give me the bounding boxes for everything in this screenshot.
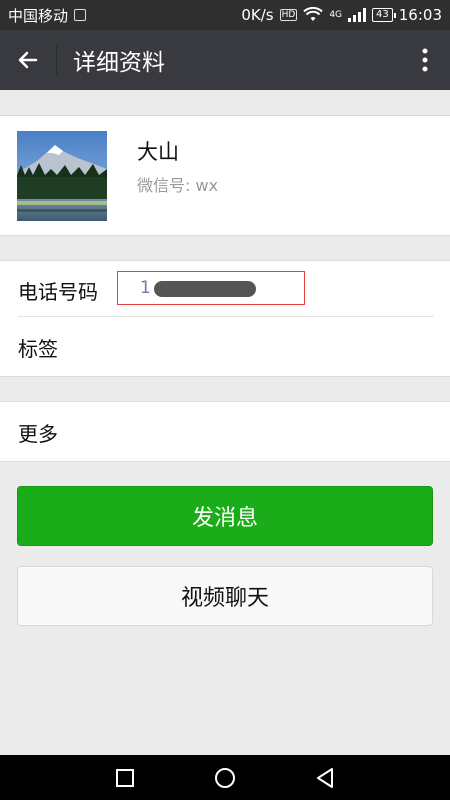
triangle-back-icon: [317, 767, 333, 788]
more-row[interactable]: 更多: [18, 403, 434, 461]
hd-badge: HD: [279, 9, 298, 21]
phone-number-value: 1: [140, 278, 151, 298]
avatar[interactable]: [17, 131, 107, 221]
status-right: 0K/s HD 4G 43 16:03: [241, 6, 442, 24]
more-options-button[interactable]: [400, 30, 450, 90]
system-nav-bar: [0, 755, 450, 800]
phone-label: 电话号码: [18, 279, 98, 304]
title-bar: 详细资料: [0, 30, 450, 90]
page-title: 详细资料: [73, 50, 165, 76]
network-speed: 0K/s: [241, 6, 274, 24]
battery-level: 43: [376, 9, 389, 20]
video-call-button[interactable]: 视频聊天: [17, 566, 433, 626]
wifi-icon: [303, 7, 324, 21]
back-nav-button[interactable]: [310, 763, 340, 793]
contact-info-section: 电话号码 1 标签: [0, 260, 450, 377]
row-divider: [18, 316, 434, 317]
clock: 16:03: [398, 6, 442, 24]
arrow-left-icon: [18, 51, 38, 69]
title-divider: [56, 45, 57, 75]
network-type: 4G: [329, 10, 343, 20]
wechat-id: 微信号: wx: [137, 176, 219, 195]
tags-row[interactable]: 标签: [18, 318, 434, 376]
image-notification-icon: [74, 9, 87, 21]
redacted-phone-digits: [154, 281, 256, 297]
square-icon: [116, 768, 134, 787]
battery-icon: 43: [372, 8, 396, 22]
more-section: 更多: [0, 401, 450, 462]
recent-apps-button[interactable]: [110, 763, 140, 793]
back-button[interactable]: [0, 30, 56, 90]
mountain-lake-image: [17, 131, 107, 221]
send-message-button[interactable]: 发消息: [17, 486, 433, 546]
phone-number-field[interactable]: 1: [117, 271, 305, 305]
signal-icon: [348, 8, 367, 22]
status-left: 中国移动: [8, 5, 87, 26]
carrier-name: 中国移动: [8, 6, 69, 25]
more-label: 更多: [18, 421, 58, 446]
profile-section: 大山 微信号: wx: [0, 115, 450, 236]
tags-label: 标签: [18, 336, 58, 361]
home-button[interactable]: [210, 763, 240, 793]
more-vertical-icon: [422, 48, 428, 72]
circle-icon: [215, 767, 235, 788]
status-bar: 中国移动 0K/s HD 4G 43 16:03: [0, 0, 450, 30]
contact-name: 大山: [137, 140, 179, 164]
